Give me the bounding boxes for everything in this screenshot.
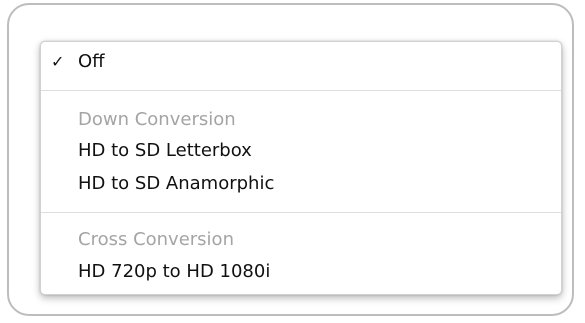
menu-item-label: HD to SD Anamorphic: [78, 173, 275, 194]
section-header-label: Cross Conversion: [78, 229, 234, 250]
conversion-popup-menu: ✓ Off Down Conversion HD to SD Letterbox…: [40, 41, 562, 295]
menu-item-hd-720p-to-hd-1080i[interactable]: HD 720p to HD 1080i: [41, 257, 561, 287]
checkmark-icon: ✓: [51, 52, 65, 71]
menu-item-hd-to-sd-anamorphic[interactable]: HD to SD Anamorphic: [41, 169, 561, 199]
menu-item-label: HD 720p to HD 1080i: [78, 261, 271, 282]
menu-item-label: Off: [78, 51, 105, 72]
menu-item-off[interactable]: ✓ Off: [41, 47, 561, 77]
section-header-cross-conversion: Cross Conversion: [41, 225, 561, 255]
section-header-label: Down Conversion: [78, 109, 236, 130]
menu-item-hd-to-sd-letterbox[interactable]: HD to SD Letterbox: [41, 136, 561, 166]
section-header-down-conversion: Down Conversion: [41, 105, 561, 135]
menu-separator: [41, 90, 561, 91]
menu-separator: [41, 212, 561, 213]
menu-item-label: HD to SD Letterbox: [78, 140, 252, 161]
